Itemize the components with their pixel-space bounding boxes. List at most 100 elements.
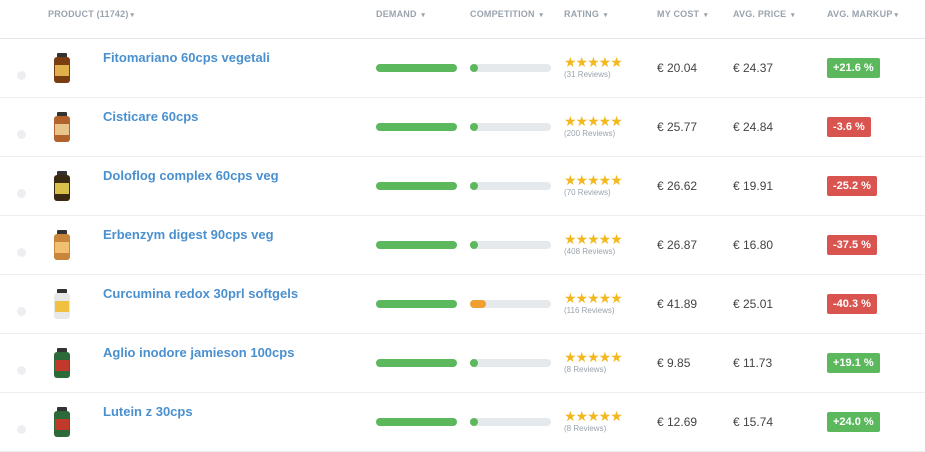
competition-bar-fill: [470, 418, 478, 426]
avg-price-value: € 16.80: [733, 238, 774, 252]
header-product-label: PRODUCT (11742): [48, 9, 129, 19]
my-cost-value: € 41.89: [657, 297, 698, 311]
header-product[interactable]: PRODUCT (11742) ▾: [48, 9, 134, 19]
markup-badge: -40.3 %: [827, 294, 877, 314]
table-row: Curcumina redox 30prl softgels ★★★★★ (116 …: [0, 275, 925, 334]
review-count: (8 Reviews): [564, 424, 607, 433]
header-avg-price-label: AVG. PRICE: [733, 9, 787, 19]
competition-bar-fill: [470, 359, 478, 367]
competition-bar-fill: [470, 300, 486, 308]
header-demand[interactable]: DEMAND ▾: [376, 9, 425, 19]
sort-caret-icon: ▾: [603, 12, 608, 19]
table-row: Aglio inodore jamieson 100cps ★★★★★ (8 Rev…: [0, 334, 925, 393]
rating-stars: ★★★★★: [564, 231, 623, 247]
competition-bar-fill: [470, 182, 478, 190]
sort-caret-icon: ▾: [130, 12, 135, 19]
header-my-cost-label: MY COST: [657, 9, 700, 19]
avg-price-value: € 24.37: [733, 61, 774, 75]
product-name-link[interactable]: Aglio inodore jamieson 100cps: [103, 345, 294, 360]
header-avg-markup[interactable]: AVG. MARKUP ▾: [827, 9, 898, 19]
table-header: PRODUCT (11742) ▾ DEMAND ▾ COMPETITION ▾ …: [0, 0, 925, 39]
header-demand-label: DEMAND: [376, 9, 417, 19]
sort-caret-icon: ▾: [421, 12, 426, 19]
demand-bar-fill: [376, 182, 457, 190]
product-name-link[interactable]: Doloflog complex 60cps veg: [103, 168, 279, 183]
my-cost-value: € 9.85: [657, 356, 691, 370]
demand-bar-fill: [376, 359, 457, 367]
header-rating[interactable]: RATING ▾: [564, 9, 607, 19]
my-cost-value: € 25.77: [657, 120, 698, 134]
product-thumbnail[interactable]: [51, 230, 73, 262]
rating-stars: ★★★★★: [564, 408, 623, 424]
header-avg-price[interactable]: AVG. PRICE ▾: [733, 9, 795, 19]
markup-badge: -3.6 %: [827, 117, 871, 137]
markup-badge: +24.0 %: [827, 412, 880, 432]
product-name-link[interactable]: Cisticare 60cps: [103, 109, 198, 124]
header-rating-label: RATING: [564, 9, 600, 19]
my-cost-value: € 20.04: [657, 61, 698, 75]
avg-price-value: € 24.84: [733, 120, 774, 134]
competition-bar-track: [470, 123, 551, 131]
review-count: (70 Reviews): [564, 188, 611, 197]
markup-badge: +19.1 %: [827, 353, 880, 373]
review-count: (116 Reviews): [564, 306, 615, 315]
header-my-cost[interactable]: MY COST ▾: [657, 9, 708, 19]
demand-bar-fill: [376, 64, 457, 72]
competition-bar-track: [470, 359, 551, 367]
review-count: (408 Reviews): [564, 247, 616, 256]
competition-bar-fill: [470, 241, 478, 249]
product-thumbnail[interactable]: [51, 289, 73, 321]
markup-badge: -37.5 %: [827, 235, 877, 255]
sort-caret-icon: ▾: [539, 12, 544, 19]
sort-caret-icon: ▾: [894, 12, 899, 19]
demand-bar-fill: [376, 123, 457, 131]
demand-bar-fill: [376, 241, 457, 249]
table-row: Fitomariano 60cps vegetali ★★★★★ (31 Revie…: [0, 39, 925, 98]
header-avg-markup-label: AVG. MARKUP: [827, 9, 893, 19]
product-name-link[interactable]: Curcumina redox 30prl softgels: [103, 286, 298, 301]
row-select-radio[interactable]: [17, 130, 26, 139]
product-name-link[interactable]: Erbenzym digest 90cps veg: [103, 227, 274, 242]
competition-bar-fill: [470, 123, 478, 131]
review-count: (200 Reviews): [564, 129, 616, 138]
competition-bar-track: [470, 418, 551, 426]
demand-bar-fill: [376, 418, 457, 426]
row-select-radio[interactable]: [17, 366, 26, 375]
product-thumbnail[interactable]: [51, 407, 73, 439]
rating-stars: ★★★★★: [564, 172, 623, 188]
products-table: PRODUCT (11742) ▾ DEMAND ▾ COMPETITION ▾ …: [0, 0, 925, 452]
competition-bar-track: [470, 241, 551, 249]
competition-bar-fill: [470, 64, 478, 72]
table-row: Lutein z 30cps ★★★★★ (8 Reviews) € 12.69 € 1…: [0, 393, 925, 452]
review-count: (31 Reviews): [564, 70, 611, 79]
demand-bar-fill: [376, 300, 457, 308]
row-select-radio[interactable]: [17, 425, 26, 434]
sort-caret-icon: ▾: [791, 12, 795, 19]
my-cost-value: € 26.87: [657, 238, 698, 252]
competition-bar-track: [470, 64, 551, 72]
my-cost-value: € 26.62: [657, 179, 698, 193]
markup-badge: +21.6 %: [827, 58, 880, 78]
row-select-radio[interactable]: [17, 71, 26, 80]
row-select-radio[interactable]: [17, 189, 26, 198]
avg-price-value: € 19.91: [733, 179, 774, 193]
avg-price-value: € 25.01: [733, 297, 774, 311]
rating-stars: ★★★★★: [564, 54, 623, 70]
rating-stars: ★★★★★: [564, 290, 623, 306]
product-thumbnail[interactable]: [51, 348, 73, 380]
rating-stars: ★★★★★: [564, 349, 623, 365]
rating-stars: ★★★★★: [564, 113, 623, 129]
markup-badge: -25.2 %: [827, 176, 877, 196]
row-select-radio[interactable]: [17, 248, 26, 257]
product-name-link[interactable]: Lutein z 30cps: [103, 404, 193, 419]
product-thumbnail[interactable]: [51, 171, 73, 203]
avg-price-value: € 11.73: [733, 356, 773, 370]
product-thumbnail[interactable]: [51, 53, 73, 85]
competition-bar-track: [470, 182, 551, 190]
product-name-link[interactable]: Fitomariano 60cps vegetali: [103, 50, 270, 65]
header-competition[interactable]: COMPETITION ▾: [470, 9, 543, 19]
table-row: Cisticare 60cps ★★★★★ (200 Reviews) € 25.77…: [0, 98, 925, 157]
product-thumbnail[interactable]: [51, 112, 73, 144]
table-row: Erbenzym digest 90cps veg ★★★★★ (408 Revie…: [0, 216, 925, 275]
row-select-radio[interactable]: [17, 307, 26, 316]
